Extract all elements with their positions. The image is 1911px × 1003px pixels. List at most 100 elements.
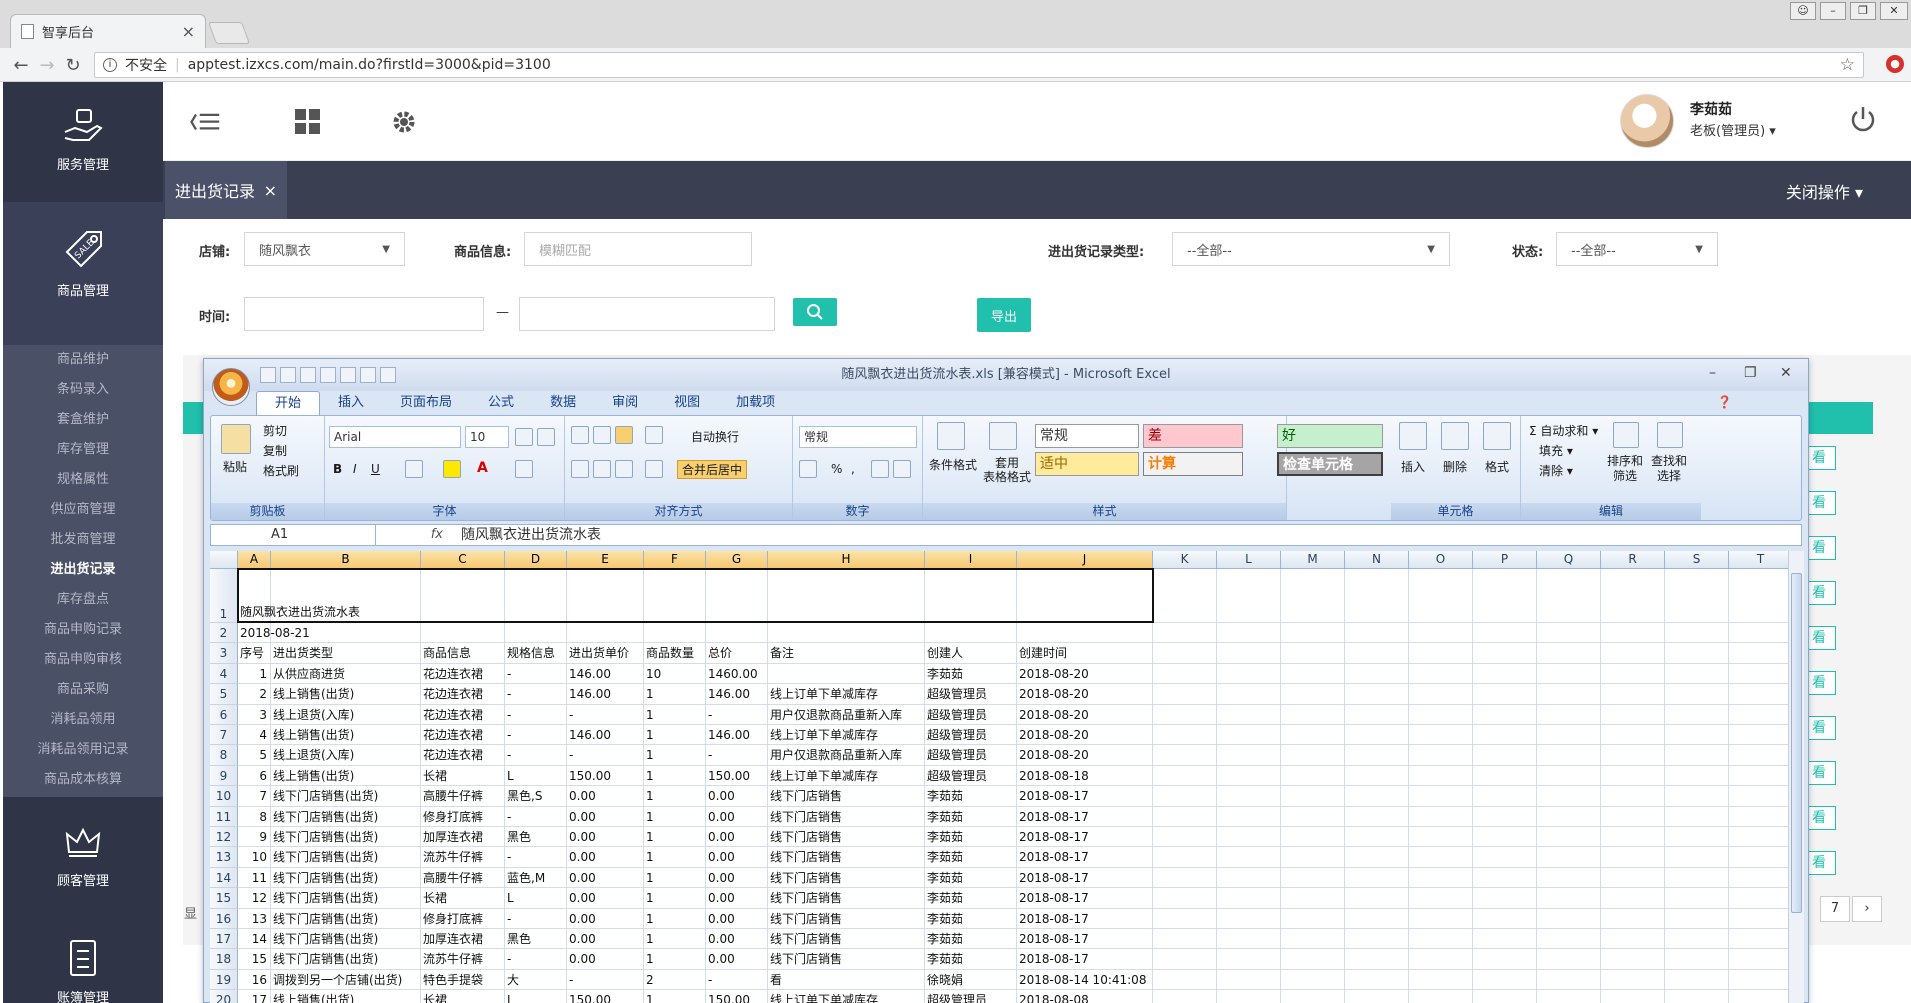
column-header[interactable]: D (505, 551, 567, 569)
font-color-icon[interactable]: A (477, 460, 488, 476)
sidebar-subitem[interactable]: 商品采购 (3, 675, 163, 705)
data-cell[interactable]: 2018-08-20 (1017, 705, 1153, 725)
sidebar-subitem[interactable]: 进出货记录 (3, 555, 163, 585)
data-cell[interactable]: 线上退货(入库) (271, 745, 421, 765)
data-cell[interactable]: 修身打底裤 (421, 807, 505, 827)
data-cell[interactable]: 17 (238, 990, 271, 1003)
row-header[interactable]: 19 (210, 969, 238, 991)
data-cell[interactable]: 0.00 (567, 868, 644, 888)
data-cell[interactable]: 李茹茹 (925, 949, 1017, 969)
store-select[interactable]: 随风飘衣 ▼ (244, 232, 405, 266)
align-top-icon[interactable] (571, 426, 589, 444)
data-cell[interactable]: 0.00 (706, 888, 768, 908)
header-cell[interactable]: 备注 (768, 643, 925, 663)
ribbon-tab[interactable]: 插入 (320, 391, 382, 415)
data-cell[interactable]: 流苏牛仔裤 (421, 949, 505, 969)
data-cell[interactable]: 2018-08-17 (1017, 929, 1153, 949)
undo-icon[interactable] (280, 367, 296, 383)
data-cell[interactable]: 10 (644, 664, 706, 684)
data-cell[interactable]: - (567, 970, 644, 990)
data-cell[interactable]: 线上订单下单减库存 (768, 725, 925, 745)
data-cell[interactable]: 李茹茹 (925, 786, 1017, 806)
column-header[interactable]: H (768, 551, 925, 569)
open-file-icon[interactable] (340, 367, 356, 383)
sidebar-subitem[interactable]: 库存盘点 (3, 585, 163, 615)
data-cell[interactable] (768, 664, 925, 684)
data-cell[interactable]: 长裙 (421, 766, 505, 786)
sidebar-subitem[interactable]: 批发商管理 (3, 525, 163, 555)
data-cell[interactable]: 2018-08-17 (1017, 949, 1153, 969)
data-cell[interactable]: 特色手提袋 (421, 970, 505, 990)
row-header[interactable]: 11 (210, 806, 238, 827)
data-cell[interactable]: 0.00 (706, 807, 768, 827)
type-select[interactable]: --全部-- ▼ (1172, 232, 1450, 266)
data-cell[interactable]: - (706, 970, 768, 990)
data-cell[interactable]: 146.00 (567, 684, 644, 704)
data-cell[interactable]: 李茹茹 (925, 664, 1017, 684)
data-cell[interactable]: 2018-08-17 (1017, 847, 1153, 867)
row-header[interactable]: 17 (210, 929, 238, 950)
header-cell[interactable]: 序号 (238, 643, 271, 663)
forward-icon[interactable]: → (34, 55, 60, 76)
data-cell[interactable]: 10 (238, 847, 271, 867)
data-cell[interactable]: 3 (238, 705, 271, 725)
wrap-text-button[interactable]: 自动换行 (691, 428, 739, 445)
data-cell[interactable]: 2 (238, 684, 271, 704)
data-cell[interactable]: 线下门店销售 (768, 868, 925, 888)
data-cell[interactable]: 0.00 (567, 786, 644, 806)
data-cell[interactable]: 线下门店销售(出货) (271, 888, 421, 908)
table-format-icon[interactable] (989, 422, 1017, 450)
data-cell[interactable]: L (505, 990, 567, 1003)
format-cells-button[interactable]: 格式 (1485, 458, 1509, 475)
align-middle-icon[interactable] (593, 426, 611, 444)
row-header[interactable]: 3 (210, 643, 238, 664)
find-select-button[interactable]: 查找和 选择 (1651, 454, 1687, 484)
data-cell[interactable]: - (505, 847, 567, 867)
align-left-icon[interactable] (571, 460, 589, 478)
shrink-font-icon[interactable] (537, 428, 555, 446)
row-header[interactable]: 6 (210, 704, 238, 725)
data-cell[interactable]: - (505, 705, 567, 725)
data-cell[interactable]: 2018-08-17 (1017, 807, 1153, 827)
style-check-cell[interactable]: 检查单元格 (1277, 452, 1383, 476)
data-cell[interactable]: 大 (505, 970, 567, 990)
bookmark-star-icon[interactable]: ☆ (1840, 55, 1855, 75)
data-cell[interactable]: 1 (644, 868, 706, 888)
clear-button[interactable]: 清除 ▾ (1539, 462, 1573, 479)
data-cell[interactable]: 1 (644, 684, 706, 704)
merge-center-button[interactable]: 合并后居中 (677, 460, 748, 479)
gear-icon[interactable] (389, 108, 419, 136)
print-preview-icon[interactable] (360, 367, 376, 383)
data-cell[interactable]: 1 (644, 909, 706, 929)
font-size-select[interactable]: 10 (465, 426, 509, 448)
data-cell[interactable]: 线下门店销售(出货) (271, 786, 421, 806)
number-format-select[interactable]: 常规 (799, 426, 917, 448)
data-cell[interactable]: 花边连衣裙 (421, 684, 505, 704)
data-cell[interactable]: 李茹茹 (925, 929, 1017, 949)
column-header[interactable]: Q (1537, 551, 1601, 569)
align-right-icon[interactable] (615, 460, 633, 478)
data-cell[interactable]: 146.00 (567, 725, 644, 745)
column-header[interactable]: J (1017, 551, 1153, 569)
data-cell[interactable]: 2018-08-20 (1017, 684, 1153, 704)
delete-cells-icon[interactable] (1441, 422, 1469, 450)
data-cell[interactable]: 12 (238, 888, 271, 908)
start-time-input[interactable] (244, 297, 484, 331)
italic-icon[interactable]: I (353, 462, 357, 476)
data-cell[interactable]: 黑色 (505, 827, 567, 847)
data-cell[interactable]: 2018-08-08 (1017, 990, 1153, 1003)
header-cell[interactable]: 创建时间 (1017, 643, 1153, 663)
row-header[interactable]: 15 (210, 888, 238, 909)
copy-button[interactable]: 复制 (263, 442, 287, 459)
data-cell[interactable]: 线下门店销售(出货) (271, 909, 421, 929)
data-cell[interactable]: 2018-08-14 10:41:08 (1017, 970, 1153, 990)
data-cell[interactable]: 0.00 (567, 888, 644, 908)
pager-next[interactable]: › (1852, 896, 1882, 922)
avatar[interactable] (1620, 94, 1674, 148)
data-cell[interactable]: 花边连衣裙 (421, 725, 505, 745)
data-cell[interactable]: 2018-08-17 (1017, 888, 1153, 908)
sidebar-subitem[interactable]: 商品申购记录 (3, 615, 163, 645)
power-icon[interactable] (1848, 104, 1878, 134)
extension-icon[interactable]: ● (1886, 55, 1904, 73)
data-cell[interactable]: 线上销售(出货) (271, 684, 421, 704)
